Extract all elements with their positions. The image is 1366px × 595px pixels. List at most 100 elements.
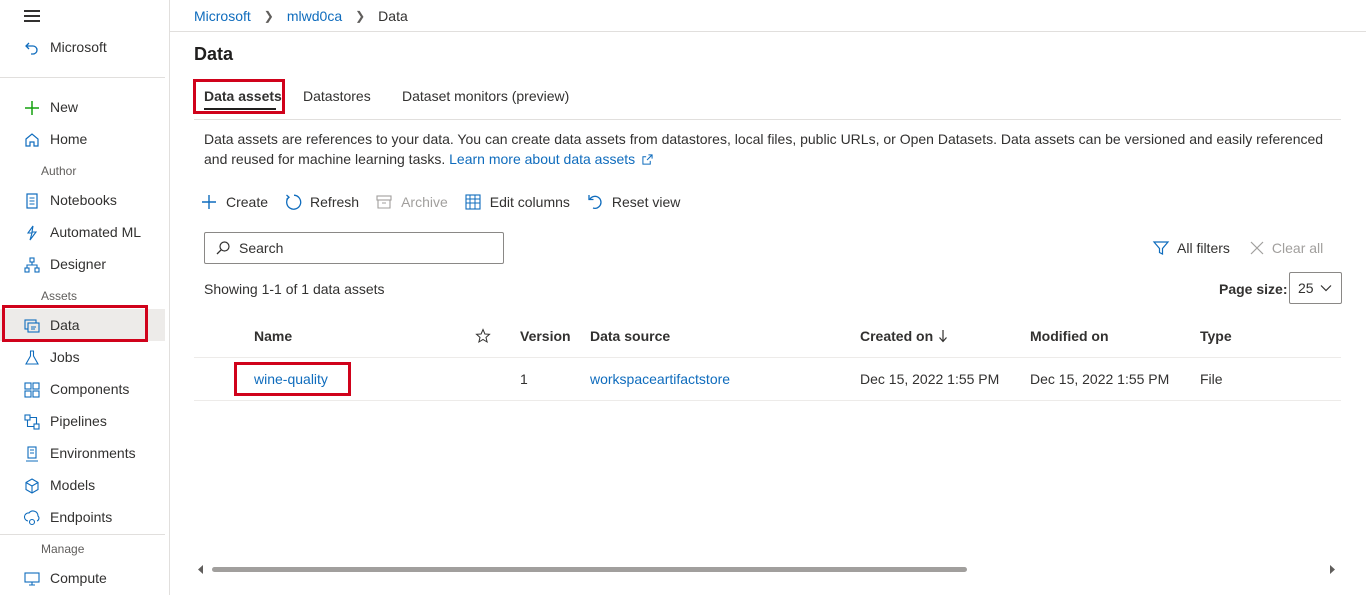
page-size-dropdown[interactable]: 25 xyxy=(1289,272,1342,304)
nav-item-automated-ml[interactable]: Automated ML xyxy=(0,216,165,248)
nav-item-designer[interactable]: Designer xyxy=(0,248,165,280)
column-header-data-source[interactable]: Data source xyxy=(590,328,670,344)
undo-icon xyxy=(588,195,602,209)
scrollbar-thumb[interactable] xyxy=(212,567,967,572)
nav-section-author: Author xyxy=(41,164,77,178)
nav-item-label: Designer xyxy=(50,256,107,272)
nav-item-models[interactable]: Models xyxy=(0,469,165,501)
nav-item-new[interactable]: New xyxy=(0,91,165,123)
column-header-modified-on[interactable]: Modified on xyxy=(1030,328,1109,344)
all-filters-label: All filters xyxy=(1177,240,1230,256)
nav-item-jobs[interactable]: Jobs xyxy=(0,341,165,373)
created-on-label: Created on xyxy=(860,328,934,344)
all-filters-button[interactable]: All filters xyxy=(1152,239,1230,257)
cube-icon xyxy=(23,477,41,495)
plus-icon xyxy=(23,99,41,117)
column-header-type[interactable]: Type xyxy=(1200,328,1232,344)
nav-item-pipelines[interactable]: Pipelines xyxy=(0,405,165,437)
table-row-divider xyxy=(194,400,1341,401)
active-tab-indicator xyxy=(204,108,276,110)
cell-created-on: Dec 15, 2022 1:55 PM xyxy=(860,371,1000,387)
column-header-created-on[interactable]: Created on xyxy=(860,328,948,344)
nav-divider xyxy=(0,534,165,535)
horizontal-scrollbar[interactable] xyxy=(194,562,1341,576)
data-asset-name-link[interactable]: wine-quality xyxy=(254,371,328,387)
flask-icon xyxy=(23,349,41,367)
column-header-version[interactable]: Version xyxy=(520,328,571,344)
left-nav: Microsoft New Home Author Notebooks Auto… xyxy=(0,0,170,595)
page-title: Data xyxy=(194,44,234,64)
create-button[interactable]: Create xyxy=(200,193,268,211)
tab-dataset-monitors[interactable]: Dataset monitors (preview) xyxy=(402,88,569,104)
clear-all-button[interactable]: Clear all xyxy=(1249,240,1323,256)
search-box[interactable] xyxy=(204,232,504,264)
monitor-icon xyxy=(23,570,41,588)
cell-type: File xyxy=(1200,371,1223,387)
page-description: Data assets are references to your data.… xyxy=(204,130,1334,169)
edit-columns-icon xyxy=(465,194,481,210)
nav-item-compute[interactable]: Compute xyxy=(0,562,165,594)
breadcrumb-link-workspace[interactable]: mlwd0ca xyxy=(287,8,342,24)
back-arrow-icon xyxy=(23,39,41,57)
nav-item-home[interactable]: Home xyxy=(0,123,165,155)
tab-datastores[interactable]: Datastores xyxy=(303,88,371,104)
nav-item-label: Notebooks xyxy=(50,192,117,208)
archive-button[interactable]: Archive xyxy=(375,193,448,211)
nav-back-label: Microsoft xyxy=(50,39,107,55)
breadcrumb: Microsoft ❯ mlwd0ca ❯ Data xyxy=(194,7,408,25)
nav-item-components[interactable]: Components xyxy=(0,373,165,405)
nav-item-label: New xyxy=(50,99,79,115)
scroll-left-icon[interactable] xyxy=(198,565,204,574)
nav-item-label: Pipelines xyxy=(50,413,107,429)
archive-icon xyxy=(376,195,392,209)
data-icon xyxy=(23,317,41,335)
nav-item-label: Compute xyxy=(50,570,107,586)
nav-divider xyxy=(0,77,165,78)
clear-all-label: Clear all xyxy=(1271,240,1324,256)
designer-icon xyxy=(23,256,41,274)
endpoints-icon xyxy=(23,509,41,527)
nav-item-endpoints[interactable]: Endpoints xyxy=(0,501,165,533)
nav-back-microsoft[interactable]: Microsoft xyxy=(0,31,165,63)
search-icon xyxy=(216,241,230,255)
filter-icon xyxy=(1152,241,1170,255)
hamburger-menu-icon[interactable] xyxy=(24,9,40,23)
scroll-right-icon[interactable] xyxy=(1329,565,1335,574)
chevron-down-icon xyxy=(1320,285,1332,292)
reset-view-button[interactable]: Reset view xyxy=(586,193,680,211)
reset-view-label: Reset view xyxy=(611,194,681,210)
data-source-link[interactable]: workspaceartifactstore xyxy=(590,371,730,387)
learn-more-label: Learn more about data assets xyxy=(449,150,636,167)
create-label: Create xyxy=(226,194,269,210)
learn-more-link[interactable]: Learn more about data assets xyxy=(449,151,653,167)
page-size-value: 25 xyxy=(1298,280,1314,296)
column-header-name[interactable]: Name xyxy=(254,328,292,344)
command-bar: Create Refresh Archive Edit columns Rese… xyxy=(200,192,696,212)
tab-data-assets[interactable]: Data assets xyxy=(204,88,282,104)
edit-columns-button[interactable]: Edit columns xyxy=(464,193,570,211)
chevron-right-icon: ❯ xyxy=(263,9,274,23)
search-input[interactable] xyxy=(239,240,499,256)
close-icon xyxy=(1250,241,1264,255)
nav-item-label: Models xyxy=(50,477,96,493)
breadcrumb-link-microsoft[interactable]: Microsoft xyxy=(194,8,251,24)
sort-down-arrow-icon xyxy=(939,330,948,343)
nav-item-label: Home xyxy=(50,131,88,147)
refresh-button[interactable]: Refresh xyxy=(284,193,359,211)
table-header-divider xyxy=(194,357,1341,358)
pipelines-icon xyxy=(23,413,41,431)
home-icon xyxy=(23,131,41,149)
notebook-icon xyxy=(23,192,41,210)
refresh-label: Refresh xyxy=(310,194,360,210)
nav-item-environments[interactable]: Environments xyxy=(0,437,165,469)
nav-item-notebooks[interactable]: Notebooks xyxy=(0,184,165,216)
filters-bar: All filters Clear all xyxy=(1152,239,1323,257)
components-icon xyxy=(23,381,41,399)
plus-icon xyxy=(202,195,216,209)
tabs-divider xyxy=(194,119,1341,120)
page-size-label: Page size: xyxy=(1219,281,1288,297)
favorite-star-icon[interactable] xyxy=(475,328,491,347)
nav-item-label: Data xyxy=(50,317,80,333)
nav-item-data[interactable]: Data xyxy=(0,309,165,341)
nav-item-label: Environments xyxy=(50,445,136,461)
